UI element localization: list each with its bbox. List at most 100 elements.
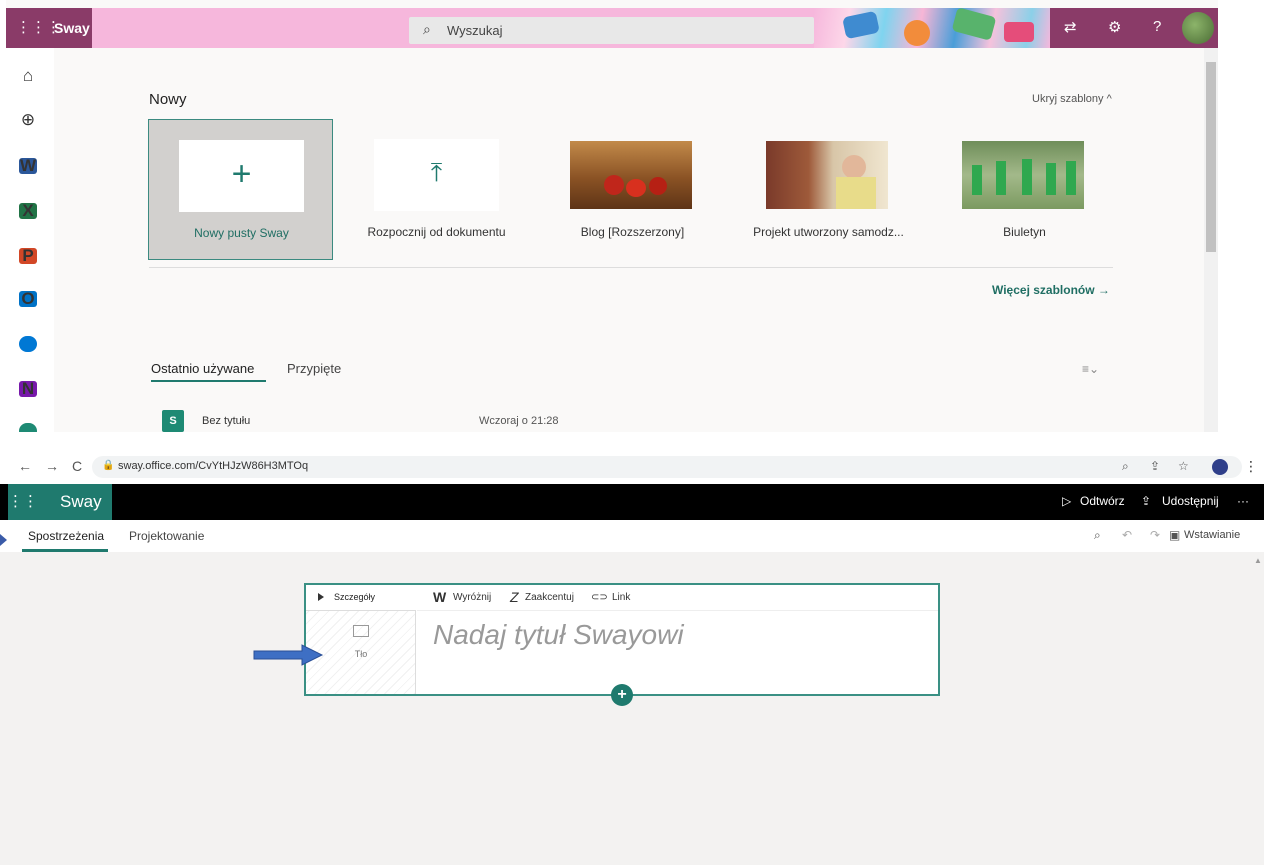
home-icon[interactable]: ⌂ bbox=[16, 66, 40, 86]
feedback-icon[interactable]: ⇄ bbox=[1064, 18, 1077, 36]
template-newsletter[interactable]: Biuletyn bbox=[932, 119, 1117, 260]
sort-icon[interactable]: ≡⌄ bbox=[1082, 362, 1099, 376]
background-panel[interactable]: Szczegóły Tło bbox=[306, 585, 416, 694]
bookmark-star-icon[interactable]: ☆ bbox=[1178, 459, 1189, 473]
word-icon[interactable]: W bbox=[19, 157, 37, 174]
template-label: Rozpocznij od dokumentu bbox=[367, 225, 506, 239]
template-from-document[interactable]: ⤒ Rozpocznij od dokumentu bbox=[344, 119, 529, 260]
outlook-icon[interactable]: O bbox=[19, 290, 37, 307]
file-name[interactable]: Bez tytułu bbox=[202, 415, 250, 427]
app-rail: ⌂ ⊕ W X P O N bbox=[6, 48, 54, 432]
file-date: Wczoraj o 21:28 bbox=[479, 415, 559, 427]
forward-icon[interactable]: → bbox=[45, 458, 59, 474]
decoration-shape bbox=[1004, 22, 1034, 42]
insert-button[interactable]: Wstawianie bbox=[1184, 529, 1240, 541]
person-shape bbox=[1022, 159, 1032, 195]
onenote-icon[interactable]: N bbox=[19, 380, 37, 397]
template-card: ⤒ bbox=[374, 139, 499, 211]
share-page-icon[interactable]: ⇪ bbox=[1150, 459, 1160, 473]
play-icon[interactable]: ▷ bbox=[1062, 494, 1071, 508]
more-options-button[interactable]: ··· bbox=[1237, 494, 1249, 508]
person-shape bbox=[842, 155, 866, 179]
onedrive-icon[interactable] bbox=[19, 336, 37, 352]
link-icon[interactable]: ⊂⊃ bbox=[591, 592, 608, 603]
powerpoint-icon[interactable]: P bbox=[19, 247, 37, 264]
template-blank[interactable]: + Nowy pusty Sway bbox=[148, 119, 333, 260]
redo-icon[interactable]: ↷ bbox=[1150, 528, 1160, 542]
tomato-shape bbox=[604, 175, 624, 195]
hide-templates-link[interactable]: Ukryj szablony ^ bbox=[1032, 93, 1112, 105]
link-button[interactable]: Link bbox=[612, 592, 630, 603]
scrollbar-thumb[interactable] bbox=[1206, 62, 1216, 252]
app-launcher-icon[interactable]: ⋮⋮⋮ bbox=[8, 484, 53, 520]
person-shape bbox=[972, 165, 982, 195]
excel-icon[interactable]: X bbox=[19, 202, 37, 219]
browser-menu-icon[interactable]: ⋮ bbox=[1244, 458, 1258, 475]
text-format-toolbar: W Wyróżnij Z Zaakcentuj ⊂⊃ Link bbox=[417, 585, 938, 611]
pointer-arrow bbox=[253, 644, 324, 666]
scroll-up-icon[interactable]: ▲ bbox=[1254, 556, 1262, 565]
add-content-button[interactable]: + bbox=[611, 684, 633, 706]
sharepoint-icon[interactable] bbox=[19, 423, 37, 432]
details-toggle[interactable]: Szczegóły bbox=[306, 585, 416, 611]
search-icon: ⌕ bbox=[423, 21, 431, 37]
emphasize-icon[interactable]: W bbox=[433, 589, 446, 605]
browser-toolbar: ← → C 🔒 sway.office.com/CvYtHJzW86H3MTOq… bbox=[0, 448, 1264, 484]
title-input[interactable]: Nadaj tytuł Swayowi bbox=[433, 619, 684, 651]
avatar[interactable] bbox=[1182, 12, 1214, 44]
decoration-shape bbox=[904, 20, 930, 46]
more-templates-link[interactable]: Więcej szablonów → bbox=[992, 283, 1110, 297]
template-blog[interactable]: Blog [Rozszerzony] bbox=[540, 119, 725, 260]
tab-recent[interactable]: Ostatnio używane bbox=[151, 361, 254, 376]
create-icon[interactable]: ⊕ bbox=[16, 110, 40, 130]
project-thumbnail bbox=[766, 141, 888, 209]
share-icon[interactable]: ⇪ bbox=[1141, 494, 1151, 508]
play-button[interactable]: Odtwórz bbox=[1080, 494, 1125, 508]
template-diy-project[interactable]: Projekt utworzony samodz... bbox=[736, 119, 921, 260]
undo-icon[interactable]: ↶ bbox=[1122, 528, 1132, 542]
section-title: Nowy bbox=[149, 91, 187, 108]
emphasize-button[interactable]: Wyróżnij bbox=[453, 592, 491, 603]
details-label: Szczegóły bbox=[334, 592, 376, 602]
brand-area: ⋮⋮⋮ Sway bbox=[6, 8, 92, 48]
sway-home-screenshot: ⋮⋮⋮ Sway ⌕ Wyszukaj ⇄ ⚙ ? ⌂ ⊕ W X P O N bbox=[6, 0, 1218, 432]
search-box[interactable]: ⌕ Wyszukaj bbox=[409, 17, 814, 44]
accent-button[interactable]: Zaakcentuj bbox=[525, 592, 574, 603]
app-launcher-icon[interactable]: ⋮⋮⋮ bbox=[16, 19, 61, 37]
address-bar[interactable]: 🔒 sway.office.com/CvYtHJzW86H3MTOq ⌕ ⇪ ☆ bbox=[92, 456, 1242, 478]
person-shape bbox=[996, 161, 1006, 195]
pointer-arrow bbox=[0, 534, 7, 546]
lock-icon: 🔒 bbox=[102, 460, 115, 471]
reload-icon[interactable]: C bbox=[72, 458, 82, 474]
image-icon bbox=[353, 625, 369, 637]
share-button[interactable]: Udostępnij bbox=[1162, 494, 1219, 508]
tab-underline bbox=[22, 549, 108, 552]
plus-icon: + bbox=[231, 155, 252, 193]
help-icon[interactable]: ? bbox=[1153, 18, 1161, 35]
profile-avatar[interactable] bbox=[1212, 459, 1228, 475]
tab-design[interactable]: Projektowanie bbox=[129, 529, 204, 543]
accent-icon[interactable]: Z bbox=[510, 589, 519, 605]
insert-icon[interactable]: ▣ bbox=[1169, 528, 1180, 542]
person-shape bbox=[1046, 163, 1056, 195]
tab-insights[interactable]: Spostrzeżenia bbox=[28, 529, 104, 543]
template-card: + bbox=[179, 140, 304, 212]
vertical-scrollbar[interactable] bbox=[1204, 48, 1218, 432]
search-placeholder: Wyszukaj bbox=[447, 23, 503, 38]
template-label: Nowy pusty Sway bbox=[194, 226, 289, 240]
app-name[interactable]: Sway bbox=[54, 20, 90, 36]
settings-icon[interactable]: ⚙ bbox=[1108, 18, 1121, 36]
sway-brand[interactable]: Sway bbox=[40, 484, 112, 520]
tab-pinned[interactable]: Przypięte bbox=[287, 361, 341, 376]
header-decoration bbox=[814, 7, 1050, 48]
upload-icon: ⤒ bbox=[430, 157, 443, 187]
decoration-shape bbox=[951, 7, 997, 41]
zoom-icon[interactable]: ⌕ bbox=[1122, 459, 1129, 474]
editor-scrollbar[interactable]: ▲ bbox=[1252, 554, 1262, 865]
blog-thumbnail bbox=[570, 141, 692, 209]
title-card[interactable]: Szczegóły Tło W Wyróżnij Z Zaakcentuj ⊂⊃… bbox=[304, 583, 940, 696]
search-icon[interactable]: ⌕ bbox=[1094, 528, 1101, 543]
url-text: sway.office.com/CvYtHJzW86H3MTOq bbox=[118, 460, 309, 472]
back-icon[interactable]: ← bbox=[18, 458, 32, 474]
person-shape bbox=[836, 177, 876, 209]
